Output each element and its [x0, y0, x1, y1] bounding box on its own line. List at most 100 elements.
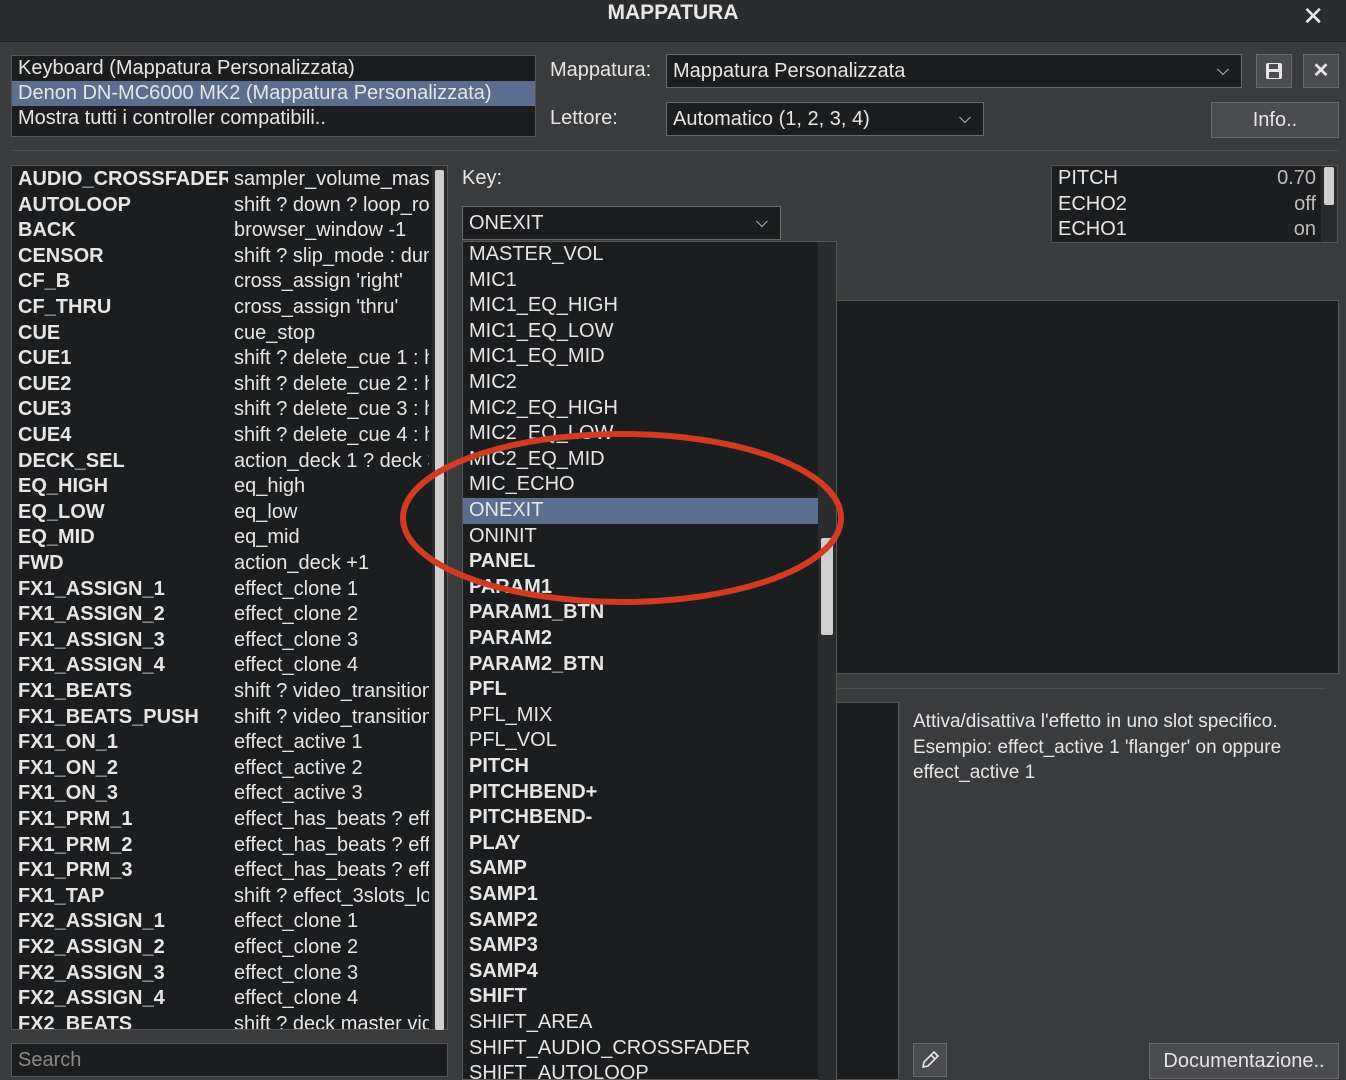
mapping-action: shift ? effect_3slots_lock — [234, 884, 429, 907]
save-button[interactable] — [1256, 54, 1292, 88]
mapping-key: AUDIO_CROSSFADER — [18, 168, 228, 190]
key-list-scrollbar[interactable] — [818, 242, 836, 1080]
mapping-table[interactable]: AUDIO_CROSSFADER sampler_volume_master AUT… — [11, 165, 448, 1030]
mapping-row[interactable]: CUE2 shift ? delete_cue 2 : hot_cue 2 — [12, 372, 432, 398]
key-option[interactable]: SAMP — [463, 856, 819, 882]
key-option[interactable]: PITCH — [463, 754, 819, 780]
documentation-button[interactable]: Documentazione.. — [1149, 1043, 1339, 1079]
player-select[interactable]: Automatico (1, 2, 3, 4) ⌵ — [666, 102, 984, 136]
variables-scrollbar-thumb[interactable] — [1324, 167, 1334, 205]
variable-row[interactable]: ECHO1 on — [1052, 217, 1320, 243]
key-option[interactable]: PARAM2 — [463, 626, 819, 652]
mapping-row[interactable]: BACK browser_window -1 — [12, 218, 432, 244]
mapping-row[interactable]: FX1_ON_1 effect_active 1 — [12, 730, 432, 756]
key-option[interactable]: PLAY — [463, 831, 819, 857]
key-option[interactable]: MIC_ECHO — [463, 472, 819, 498]
key-option[interactable]: PARAM1_BTN — [463, 600, 819, 626]
mapping-row[interactable]: FX1_ASSIGN_2 effect_clone 2 — [12, 602, 432, 628]
help-list[interactable] — [836, 702, 899, 1080]
mapping-row[interactable]: EQ_LOW eq_low — [12, 500, 432, 526]
variables-list[interactable]: PITCH 0.70 ECHO2 off ECHO1 on — [1051, 165, 1338, 243]
mapping-row[interactable]: CUE3 shift ? delete_cue 3 : hot_cue 3 — [12, 397, 432, 423]
key-option[interactable]: MASTER_VOL — [463, 242, 819, 268]
mapping-row[interactable]: CF_THRU cross_assign 'thru' — [12, 295, 432, 321]
controller-item-selected[interactable]: Denon DN-MC6000 MK2 (Mappatura Personali… — [12, 81, 535, 106]
mapping-row[interactable]: DECK_SEL action_deck 1 ? deck 3 : deck 1 — [12, 449, 432, 475]
mapping-select[interactable]: Mappatura Personalizzata ⌵ — [666, 54, 1242, 88]
key-option[interactable]: PFL_VOL — [463, 728, 819, 754]
key-option[interactable]: MIC2_EQ_LOW — [463, 421, 819, 447]
key-option[interactable]: PARAM2_BTN — [463, 652, 819, 678]
variable-row[interactable]: PITCH 0.70 — [1052, 166, 1320, 192]
key-dropdown-list[interactable]: MASTER_VOL MIC1 MIC1_EQ_HIGH MIC1_EQ_LOW MIC… — [462, 241, 837, 1080]
mapping-row[interactable]: FX1_BEATS shift ? video_transition_select — [12, 679, 432, 705]
key-option[interactable]: SHIFT_AREA — [463, 1010, 819, 1036]
mapping-row[interactable]: FX1_PRM_2 effect_has_beats ? effect_beats — [12, 833, 432, 859]
mapping-row[interactable]: FX1_TAP shift ? effect_3slots_lock — [12, 884, 432, 910]
key-option[interactable]: MIC2 — [463, 370, 819, 396]
mapping-key: FX2_ASSIGN_1 — [18, 910, 165, 933]
controller-item[interactable]: Mostra tutti i controller compatibili.. — [12, 106, 535, 131]
key-option[interactable]: MIC1 — [463, 268, 819, 294]
controller-list[interactable]: Keyboard (Mappatura Personalizzata) Deno… — [11, 55, 536, 137]
mapping-row[interactable]: FX1_ASSIGN_4 effect_clone 4 — [12, 653, 432, 679]
key-option[interactable]: PFL_MIX — [463, 703, 819, 729]
info-button[interactable]: Info.. — [1211, 102, 1339, 138]
key-option[interactable]: SAMP2 — [463, 908, 819, 934]
key-option-selected[interactable]: ONEXIT — [463, 498, 819, 524]
key-option[interactable]: MIC1_EQ_MID — [463, 344, 819, 370]
mapping-row[interactable]: CUE cue_stop — [12, 321, 432, 347]
key-option[interactable]: SAMP1 — [463, 882, 819, 908]
key-option[interactable]: PARAM1 — [463, 575, 819, 601]
key-option[interactable]: PITCHBEND- — [463, 805, 819, 831]
key-option[interactable]: MIC2_EQ_HIGH — [463, 396, 819, 422]
controller-item[interactable]: Keyboard (Mappatura Personalizzata) — [12, 56, 535, 81]
mapping-row[interactable]: FX2_ASSIGN_2 effect_clone 2 — [12, 935, 432, 961]
key-option[interactable]: SHIFT_AUTOLOOP — [463, 1061, 819, 1079]
mapping-row[interactable]: CUE1 shift ? delete_cue 1 : hot_cue 1 — [12, 346, 432, 372]
key-option[interactable]: MIC1_EQ_LOW — [463, 319, 819, 345]
mapping-row[interactable]: FWD action_deck +1 — [12, 551, 432, 577]
delete-button[interactable]: ✕ — [1303, 54, 1339, 88]
mapping-row[interactable]: FX2_BEATS shift ? deck master video — [12, 1012, 432, 1029]
mapping-row[interactable]: AUTOLOOP shift ? down ? loop_roll — [12, 193, 432, 219]
mapping-row[interactable]: CUE4 shift ? delete_cue 4 : hot_cue 4 — [12, 423, 432, 449]
key-list-scrollbar-thumb[interactable] — [821, 538, 833, 635]
mapping-row[interactable]: FX1_ON_3 effect_active 3 — [12, 781, 432, 807]
mapping-row[interactable]: EQ_MID eq_mid — [12, 525, 432, 551]
variables-scrollbar[interactable] — [1321, 166, 1337, 242]
mapping-row[interactable]: FX2_ASSIGN_4 effect_clone 4 — [12, 986, 432, 1012]
mapping-row[interactable]: FX2_ASSIGN_1 effect_clone 1 — [12, 909, 432, 935]
key-option[interactable]: SHIFT_AUDIO_CROSSFADER — [463, 1036, 819, 1062]
mapping-row[interactable]: FX1_ASSIGN_3 effect_clone 3 — [12, 628, 432, 654]
mapping-row[interactable]: AUDIO_CROSSFADER sampler_volume_master — [12, 167, 432, 193]
mapping-row[interactable]: FX1_BEATS_PUSH shift ? video_transition_s… — [12, 705, 432, 731]
mapping-row[interactable]: FX2_ASSIGN_3 effect_clone 3 — [12, 961, 432, 987]
mapping-scrollbar-thumb[interactable] — [435, 170, 444, 1030]
mapping-action: effect_has_beats ? effect_beats — [234, 859, 429, 882]
mapping-row[interactable]: CENSOR shift ? slip_mode : dump — [12, 244, 432, 270]
mapping-row[interactable]: FX1_ON_2 effect_active 2 — [12, 756, 432, 782]
mapping-row[interactable]: EQ_HIGH eq_high — [12, 474, 432, 500]
key-option[interactable]: SAMP3 — [463, 933, 819, 959]
key-option[interactable]: MIC1_EQ_HIGH — [463, 293, 819, 319]
variable-row[interactable]: ECHO2 off — [1052, 192, 1320, 218]
key-option[interactable]: SHIFT — [463, 984, 819, 1010]
script-editor[interactable] — [836, 300, 1339, 674]
close-icon[interactable]: ✕ — [1302, 1, 1324, 32]
key-option[interactable]: PANEL — [463, 549, 819, 575]
mapping-row[interactable]: FX1_ASSIGN_1 effect_clone 1 — [12, 577, 432, 603]
key-option[interactable]: PFL — [463, 677, 819, 703]
mapping-row[interactable]: FX1_PRM_3 effect_has_beats ? effect_beats — [12, 858, 432, 884]
key-option[interactable]: ONINIT — [463, 524, 819, 550]
mapping-row[interactable]: FX1_PRM_1 effect_has_beats ? effect_beats — [12, 807, 432, 833]
mapping-key: FX1_BEATS — [18, 680, 133, 702]
key-select[interactable]: ONEXIT ⌵ — [462, 206, 781, 240]
key-option[interactable]: PITCHBEND+ — [463, 780, 819, 806]
mapping-row[interactable]: CF_B cross_assign 'right' — [12, 269, 432, 295]
key-option[interactable]: SAMP4 — [463, 959, 819, 985]
mapping-scrollbar[interactable] — [432, 166, 447, 1030]
search-input[interactable]: Search — [11, 1043, 448, 1077]
picker-button[interactable] — [913, 1043, 947, 1077]
key-option[interactable]: MIC2_EQ_MID — [463, 447, 819, 473]
